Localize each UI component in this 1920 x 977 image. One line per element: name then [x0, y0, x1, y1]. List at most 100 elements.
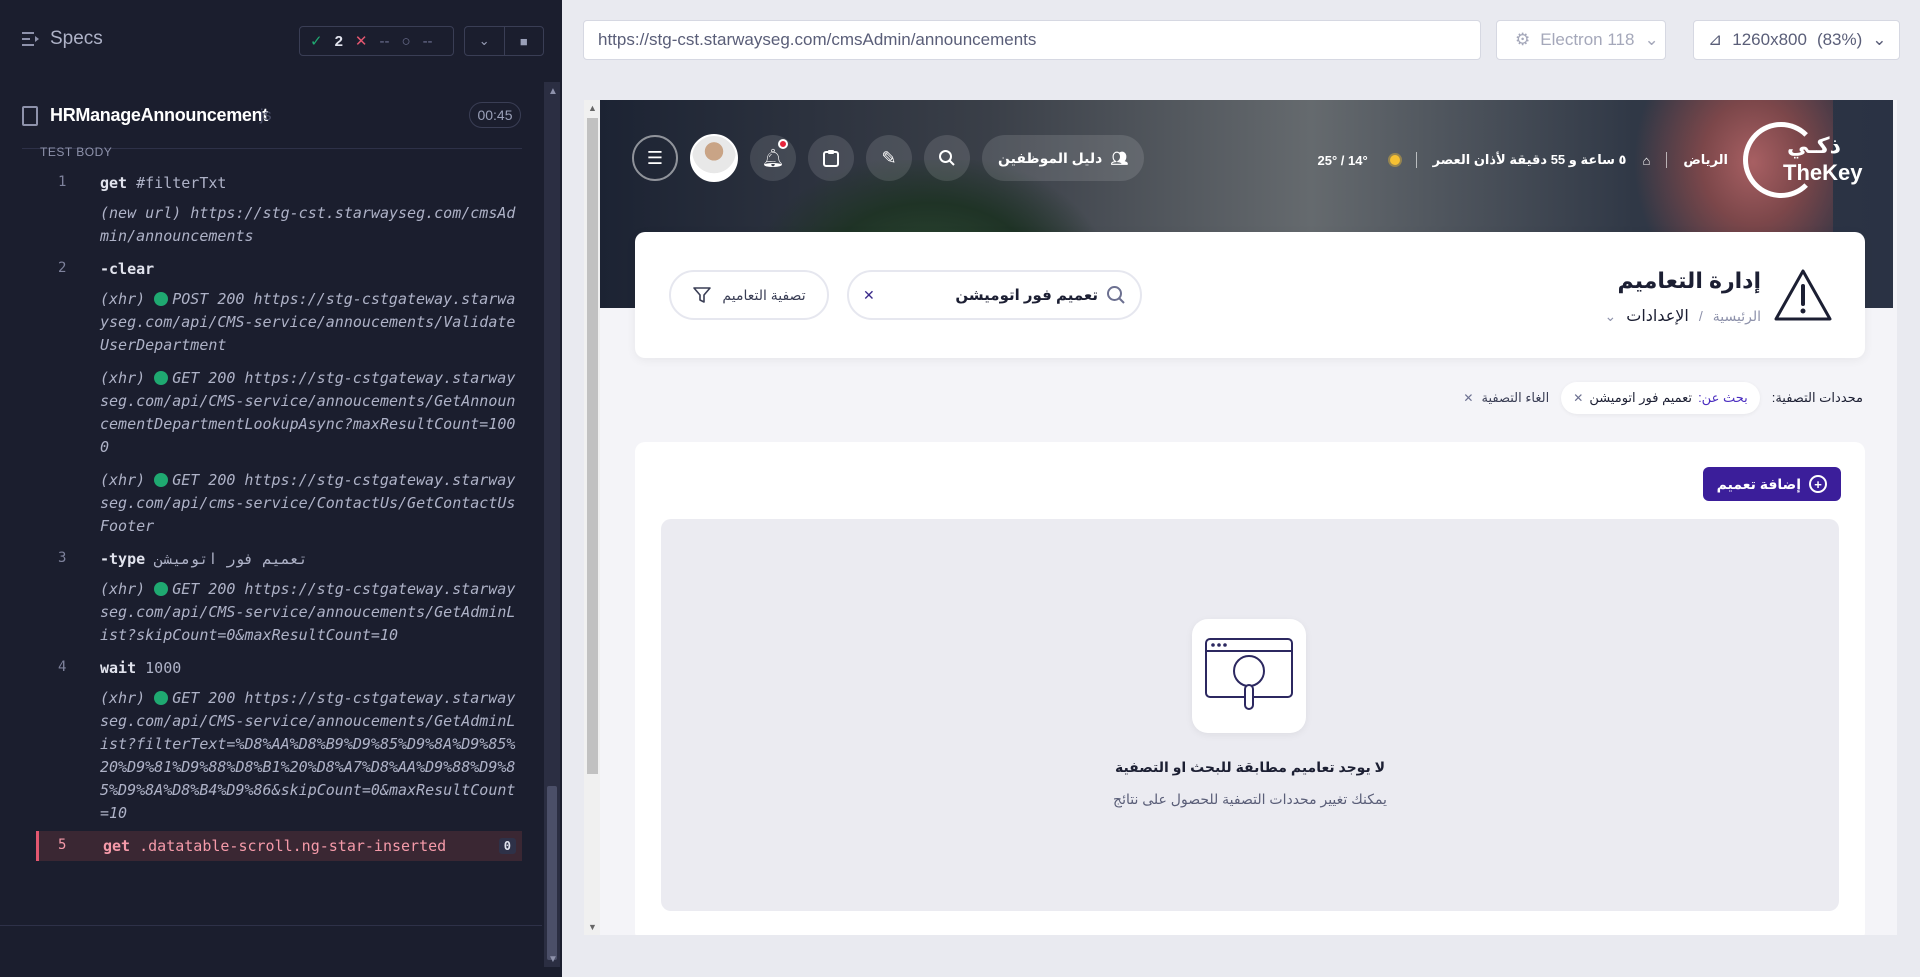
scroll-down-icon[interactable]: ▼ [588, 922, 597, 932]
command-arg: تعميم فور اتوميشن [154, 550, 308, 568]
stop-icon[interactable]: ■ [503, 27, 544, 55]
command-arg: #filterTxt [136, 174, 227, 192]
xhr-row[interactable]: (xhr) GET 200 https://stg-cstgateway.sta… [36, 465, 522, 544]
command-log: 1 get #filterTxt (new url) https://stg-c… [36, 168, 522, 861]
notifications-button[interactable]: 🔔︎ [750, 135, 796, 181]
pending-count: -- [422, 32, 433, 50]
header-info: الرياض ⌂ ٥ ساعة و 55 دقيقة لأذان العصر 2… [1317, 152, 1728, 168]
close-icon[interactable]: ✕ [1573, 391, 1583, 405]
bell-icon: 🔔︎ [761, 147, 785, 168]
xhr-row[interactable]: (xhr) GET 200 https://stg-cstgateway.sta… [36, 683, 522, 831]
chevron-down-icon: ⌄ [1644, 30, 1659, 49]
clear-search-icon[interactable]: ✕ [863, 287, 875, 304]
warning-icon [1774, 269, 1832, 321]
chevron-down-icon[interactable]: ⌄ [1605, 308, 1617, 325]
command-name: -type [100, 550, 146, 568]
command-row[interactable]: 4 wait 1000 [36, 653, 522, 683]
filter-announcements-button[interactable]: تصفية التعاميم [669, 270, 829, 320]
test-title: HRManageAnnouncement [50, 105, 269, 125]
employee-guide-button[interactable]: دليل الموظفين 👥︎ [982, 135, 1145, 181]
passed-icon: ✓ [310, 33, 323, 50]
command-arg: .datatable-scroll.ng-star-inserted [139, 837, 447, 855]
breadcrumb-home[interactable]: الرئيسية [1713, 308, 1761, 325]
edit-button[interactable]: ✎ [866, 135, 912, 181]
logo-english: TheKey [1783, 160, 1863, 185]
prayer-countdown: ٥ ساعة و 55 دقيقة لأذان العصر [1432, 152, 1627, 167]
thekey-logo[interactable]: ذكـي TheKey [1743, 122, 1863, 202]
url-text: https://stg-cst.starwayseg.com/cmsAdmin/… [598, 30, 1037, 49]
people-icon: 👥︎ [1110, 149, 1129, 166]
clipboard-button[interactable] [808, 135, 854, 181]
command-sub-row[interactable]: (new url) https://stg-cst.starwayseg.com… [36, 198, 522, 254]
search-input[interactable]: تعميم فور اتوميشن [883, 286, 1098, 304]
page-header-card: إدارة التعاميم الرئيسية / الإعدادات ⌄ تع… [635, 232, 1865, 358]
scroll-up-icon[interactable]: ▲ [548, 86, 558, 97]
add-announcement-button[interactable]: + إضافة تعميم [1702, 467, 1841, 501]
search-field[interactable]: تعميم فور اتوميشن ✕ [847, 270, 1142, 320]
browser-selector[interactable]: ⚙ Electron 118 ⌄ [1496, 20, 1666, 60]
runner-controls: ⌄ ■ [464, 26, 544, 56]
test-title-suffix: js [260, 107, 272, 124]
command-name: get [100, 174, 128, 192]
test-duration: 00:45 [469, 102, 521, 128]
command-row-active[interactable]: 5 get .datatable-scroll.ng-star-inserted… [36, 831, 522, 861]
mosque-icon: ⌂ [1642, 152, 1651, 168]
xhr-row[interactable]: (xhr) POST 200 https://stg-cstgateway.st… [36, 284, 522, 363]
clear-filters-button[interactable]: الغاء التصفية ✕ [1463, 390, 1549, 406]
ruler-icon: ⊿ [1708, 30, 1723, 49]
header-actions: ☰ 🔔︎ ✎ دليل الموظفين 👥︎ [632, 134, 1145, 182]
viewport-zoom: (83%) [1816, 30, 1863, 49]
hamburger-icon: ☰ [646, 147, 664, 168]
test-header[interactable]: HRManageAnnouncement js 00:45 [0, 96, 540, 136]
filter-button-label: تصفية التعاميم [722, 286, 806, 303]
iframe-scrollbar[interactable]: ▲ ▼ [584, 100, 600, 935]
specs-toggle[interactable]: Specs [22, 28, 103, 50]
chevron-down-icon: ⌄ [1872, 30, 1887, 49]
gear-icon: ⚙ [1515, 30, 1531, 49]
scroll-thumb[interactable] [587, 118, 598, 774]
log-scrollbar[interactable]: ▲ ▼ [544, 82, 560, 967]
url-bar[interactable]: https://stg-cst.starwayseg.com/cmsAdmin/… [583, 20, 1481, 60]
xhr-row[interactable]: (xhr) GET 200 https://stg-cstgateway.sta… [36, 574, 522, 653]
command-name: -clear [100, 260, 155, 278]
chevron-down-icon[interactable]: ⌄ [465, 27, 504, 55]
menu-button[interactable]: ☰ [632, 135, 678, 181]
scroll-thumb[interactable] [547, 786, 557, 960]
scroll-down-icon[interactable]: ▼ [548, 954, 558, 965]
add-button-label: إضافة تعميم [1716, 475, 1801, 492]
plus-icon: + [1809, 475, 1827, 493]
filters-label: محددات التصفية: [1771, 390, 1863, 405]
logo-arabic: ذكـي [1787, 134, 1841, 159]
command-row[interactable]: 1 get #filterTxt [36, 168, 522, 198]
empty-state: لا يوجد تعاميم مطابقة للبحث او التصفية ي… [661, 519, 1839, 911]
status-dot-icon [154, 292, 169, 306]
status-dot-icon [154, 473, 169, 487]
browser-label: Electron 118 [1540, 30, 1635, 49]
search-button[interactable] [924, 135, 970, 181]
empty-state-subtitle: يمكنك تغيير محددات التصفية للحصول على نت… [1113, 791, 1387, 807]
active-filters: محددات التصفية: بحث عن: تعميم فور اتوميش… [1463, 382, 1863, 414]
filter-icon [693, 287, 712, 303]
viewport-selector[interactable]: ⊿ 1260x800 (83%) ⌄ [1693, 20, 1900, 60]
city-label: الرياض [1683, 152, 1728, 167]
divider [1415, 152, 1417, 168]
avatar[interactable] [690, 134, 738, 182]
search-icon [939, 150, 955, 166]
viewport-size: 1260x800 [1732, 30, 1807, 49]
clipboard-icon [823, 150, 839, 167]
command-name: wait [100, 659, 137, 677]
pencil-icon: ✎ [881, 147, 897, 168]
empty-state-title: لا يوجد تعاميم مطابقة للبحث او التصفية [1114, 759, 1386, 775]
app-under-test-area: https://stg-cst.starwayseg.com/cmsAdmin/… [562, 0, 1920, 977]
command-row[interactable]: 2 -clear [36, 254, 522, 284]
scroll-up-icon[interactable]: ▲ [588, 103, 597, 113]
breadcrumb-current[interactable]: الإعدادات [1626, 306, 1689, 326]
breadcrumb-separator: / [1698, 308, 1703, 324]
status-dot-icon [154, 691, 169, 705]
notification-dot [778, 139, 788, 149]
filter-chip[interactable]: بحث عن: تعميم فور اتوميشن ✕ [1561, 382, 1760, 414]
filter-chip-value: تعميم فور اتوميشن [1589, 390, 1693, 405]
passed-count: 2 [334, 32, 343, 50]
command-row[interactable]: 3 -type تعميم فور اتوميشن [36, 544, 522, 574]
xhr-row[interactable]: (xhr) GET 200 https://stg-cstgateway.sta… [36, 363, 522, 465]
